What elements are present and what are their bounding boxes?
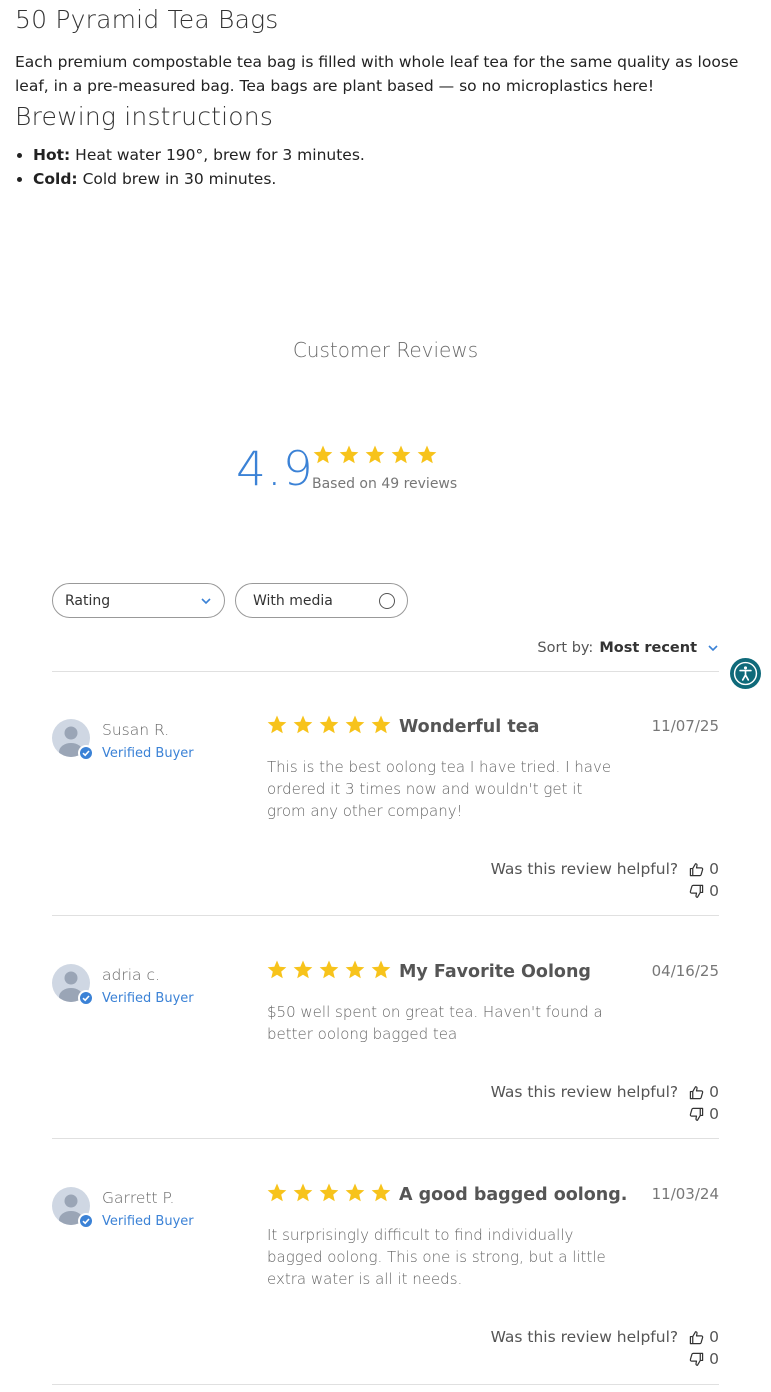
star-icon	[313, 445, 333, 464]
review-stars	[266, 1182, 392, 1204]
review-stars	[266, 959, 392, 981]
star-icon	[267, 1183, 287, 1202]
radio-circle-icon[interactable]	[379, 592, 395, 609]
star-icon	[345, 715, 365, 734]
helpful-row: Was this review helpful? 0	[491, 1328, 719, 1346]
chevron-down-icon	[201, 597, 211, 604]
vote-up-count: 0	[709, 1328, 719, 1346]
star-icon	[417, 445, 437, 464]
vote-down-count: 0	[709, 1105, 719, 1123]
check-badge-icon	[78, 990, 94, 1006]
check-badge-icon	[78, 745, 94, 761]
vote-down-count: 0	[709, 882, 719, 900]
helpful-prompt: Was this review helpful?	[490, 1328, 679, 1346]
average-rating: 4.9	[236, 442, 314, 497]
star-icon	[371, 715, 391, 734]
review-body: $50 well spent on great tea. Haven't fou…	[267, 1003, 603, 1043]
chevron-down-icon	[708, 645, 718, 652]
review-title: Wonderful tea	[399, 717, 540, 737]
vote-up-count: 0	[709, 1083, 719, 1101]
star-icon	[371, 960, 391, 979]
vote-down-button[interactable]: 0	[689, 882, 719, 900]
star-icon	[371, 1183, 391, 1202]
star-icon	[365, 445, 385, 464]
brewing-list: Hot: Heat water 190°, brew for 3 minutes…	[15, 143, 755, 191]
star-icon	[267, 715, 287, 734]
star-icon	[267, 960, 287, 979]
with-media-filter[interactable]: With media	[235, 583, 408, 618]
review-body: It surprisingly difficult to find indivi…	[267, 1226, 606, 1288]
review-stars	[266, 714, 392, 736]
thumbs-down-icon	[689, 884, 704, 898]
brewing-text: Cold brew in 30 minutes.	[77, 170, 277, 188]
helpful-prompt: Was this review helpful?	[490, 1083, 679, 1101]
review-author: Garrett P.	[102, 1189, 175, 1207]
divider	[52, 1384, 719, 1385]
star-icon	[293, 1183, 313, 1202]
vote-up-button[interactable]: 0	[689, 1083, 719, 1101]
review-count: Based on 49 reviews	[312, 476, 458, 492]
star-icon	[345, 1183, 365, 1202]
review-author: adria c.	[102, 966, 160, 984]
star-icon	[345, 960, 365, 979]
brewing-label: Hot:	[33, 146, 71, 164]
brewing-heading: Brewing instructions	[15, 102, 274, 131]
star-icon	[293, 715, 313, 734]
divider	[52, 915, 719, 916]
star-icon	[391, 445, 411, 464]
brewing-label: Cold:	[33, 170, 78, 188]
verified-buyer-label: Verified Buyer	[102, 746, 194, 761]
reviews-title: Customer Reviews	[292, 338, 479, 362]
thumbs-up-icon	[689, 1085, 704, 1099]
brewing-item-cold: Cold: Cold brew in 30 minutes.	[33, 167, 755, 191]
check-badge-icon	[78, 1213, 94, 1229]
product-description: 50 Pyramid Tea Bags Each premium compost…	[15, 0, 755, 191]
rating-filter-dropdown[interactable]: Rating	[52, 583, 225, 618]
review-title: My Favorite Oolong	[399, 962, 591, 982]
star-icon	[319, 960, 339, 979]
divider	[52, 1138, 719, 1139]
with-media-label: With media	[253, 592, 333, 609]
vote-up-button[interactable]: 0	[689, 860, 719, 878]
thumbs-up-icon	[689, 862, 704, 876]
sort-label: Sort by:	[537, 640, 594, 656]
star-icon	[319, 715, 339, 734]
thumbs-down-icon	[689, 1107, 704, 1121]
star-icon	[319, 1183, 339, 1202]
review-date: 11/03/24	[651, 1185, 719, 1203]
product-description-text: Each premium compostable tea bag is fill…	[15, 53, 739, 95]
star-icon	[293, 960, 313, 979]
accessibility-icon	[733, 661, 758, 686]
product-title: 50 Pyramid Tea Bags	[15, 5, 279, 34]
verified-buyer-label: Verified Buyer	[102, 991, 194, 1006]
verified-buyer-label: Verified Buyer	[102, 1214, 194, 1229]
vote-up-count: 0	[709, 860, 719, 878]
sort-control[interactable]: Sort by: Most recent	[537, 640, 719, 656]
thumbs-up-icon	[689, 1330, 704, 1344]
rating-filter-label: Rating	[65, 592, 111, 609]
divider	[52, 671, 719, 672]
thumbs-down-icon	[689, 1352, 704, 1366]
helpful-row: Was this review helpful? 0	[491, 1083, 719, 1101]
helpful-row: Was this review helpful? 0	[491, 860, 719, 878]
review-date: 11/07/25	[651, 717, 719, 735]
average-stars	[312, 444, 438, 466]
star-icon	[339, 445, 359, 464]
vote-down-button[interactable]: 0	[689, 1350, 719, 1368]
sort-value: Most recent	[599, 640, 697, 656]
vote-down-button[interactable]: 0	[689, 1105, 719, 1123]
brewing-text: Heat water 190°, brew for 3 minutes.	[70, 146, 365, 164]
brewing-item-hot: Hot: Heat water 190°, brew for 3 minutes…	[33, 143, 755, 167]
vote-down-count: 0	[709, 1350, 719, 1368]
review-title: A good bagged oolong.	[399, 1185, 628, 1205]
accessibility-button[interactable]	[730, 658, 761, 689]
vote-up-button[interactable]: 0	[689, 1328, 719, 1346]
review-date: 04/16/25	[651, 962, 719, 980]
review-body: This is the best oolong tea I have tried…	[267, 758, 612, 820]
helpful-prompt: Was this review helpful?	[490, 860, 679, 878]
review-filters: Rating With media	[52, 583, 408, 618]
review-author: Susan R.	[102, 721, 170, 739]
